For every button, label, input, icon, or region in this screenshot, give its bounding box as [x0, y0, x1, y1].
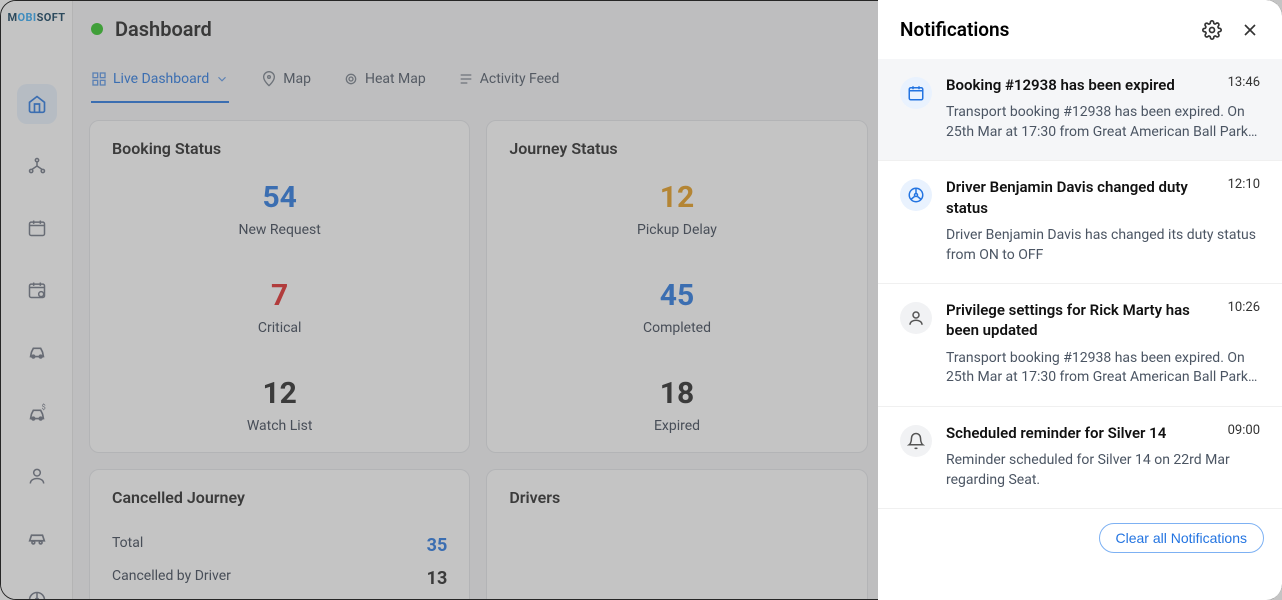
card-title: Cancelled Journey	[112, 488, 447, 507]
tab-label: Map	[283, 71, 311, 87]
card-title: Drivers	[509, 488, 844, 507]
notifications-panel: Notifications Booking #12938 has been ex…	[878, 0, 1282, 600]
notification-item[interactable]: Booking #12938 has been expired 13:46 Tr…	[878, 59, 1282, 161]
nav-car-dollar-icon[interactable]: $	[17, 394, 57, 434]
stat-critical: 7Critical	[258, 278, 302, 336]
page-title: Dashboard	[115, 17, 212, 41]
tab-live-dashboard[interactable]: Live Dashboard	[91, 57, 229, 103]
nav-car-icon[interactable]	[17, 332, 57, 372]
table-row: Total35	[112, 529, 447, 562]
nav-org-icon[interactable]	[17, 146, 57, 186]
table-row: Cancelled by Driver13	[112, 562, 447, 595]
notification-list: Booking #12938 has been expired 13:46 Tr…	[878, 59, 1282, 600]
tab-label: Activity Feed	[480, 71, 560, 87]
notification-title: Privilege settings for Rick Marty has be…	[946, 300, 1218, 341]
drivers-card: Drivers	[486, 469, 867, 599]
gear-icon	[1202, 20, 1222, 40]
journey-status-card: Journey Status 12Pickup Delay 45Complete…	[486, 120, 867, 453]
sidebar: MOBISOFT $	[1, 1, 73, 599]
tab-label: Heat Map	[365, 71, 426, 87]
calendar-icon	[900, 77, 932, 109]
notification-description: Transport booking #12938 has been expire…	[946, 349, 1260, 388]
stat-expired: 18Expired	[654, 376, 700, 434]
nav-calendar-icon[interactable]	[17, 208, 57, 248]
notification-title: Booking #12938 has been expired	[946, 75, 1175, 95]
close-button[interactable]	[1240, 20, 1260, 40]
cancelled-journey-card: Cancelled Journey Total35 Cancelled by D…	[89, 469, 470, 599]
nav-vehicle-icon[interactable]	[17, 518, 57, 558]
clear-all-button[interactable]: Clear all Notifications	[1099, 523, 1265, 553]
nav-calendar-settings-icon[interactable]	[17, 270, 57, 310]
stat-watch-list: 12Watch List	[247, 376, 313, 434]
tab-map[interactable]: Map	[261, 57, 311, 103]
notification-title: Driver Benjamin Davis changed duty statu…	[946, 177, 1218, 218]
notification-time: 13:46	[1228, 75, 1260, 95]
stat-completed: 45Completed	[643, 278, 711, 336]
nav-user-icon[interactable]	[17, 456, 57, 496]
chevron-down-icon	[215, 72, 229, 86]
notification-item[interactable]: Driver Benjamin Davis changed duty statu…	[878, 161, 1282, 284]
stat-new-request: 54New Request	[238, 180, 320, 238]
notification-description: Driver Benjamin Davis has changed its du…	[946, 226, 1260, 265]
settings-button[interactable]	[1202, 20, 1222, 40]
logo: MOBISOFT	[3, 11, 71, 24]
notification-time: 12:10	[1228, 177, 1260, 218]
card-title: Journey Status	[509, 139, 844, 158]
wheel-icon	[900, 179, 932, 211]
notification-description: Transport booking #12938 has been expire…	[946, 103, 1260, 142]
bell-icon	[900, 425, 932, 457]
stat-pickup-delay: 12Pickup Delay	[637, 180, 717, 238]
tab-label: Live Dashboard	[113, 71, 209, 87]
notification-item[interactable]: Privilege settings for Rick Marty has be…	[878, 284, 1282, 407]
close-icon	[1240, 20, 1260, 40]
user-icon	[900, 302, 932, 334]
notification-item[interactable]: Scheduled reminder for Silver 14 09:00 R…	[878, 407, 1282, 509]
tab-activity-feed[interactable]: Activity Feed	[458, 57, 560, 103]
nav-wheel-icon[interactable]	[17, 580, 57, 600]
panel-title: Notifications	[900, 18, 1009, 41]
svg-text:$: $	[41, 403, 45, 411]
notification-time: 10:26	[1228, 300, 1260, 341]
notification-time: 09:00	[1228, 423, 1260, 443]
nav-home-icon[interactable]	[17, 84, 57, 124]
status-dot-icon	[91, 23, 103, 35]
notification-title: Scheduled reminder for Silver 14	[946, 423, 1166, 443]
card-title: Booking Status	[112, 139, 447, 158]
tab-heat-map[interactable]: Heat Map	[343, 57, 426, 103]
booking-status-card: Booking Status 54New Request 7Critical 1…	[89, 120, 470, 453]
notification-description: Reminder scheduled for Silver 14 on 22rd…	[946, 451, 1260, 490]
